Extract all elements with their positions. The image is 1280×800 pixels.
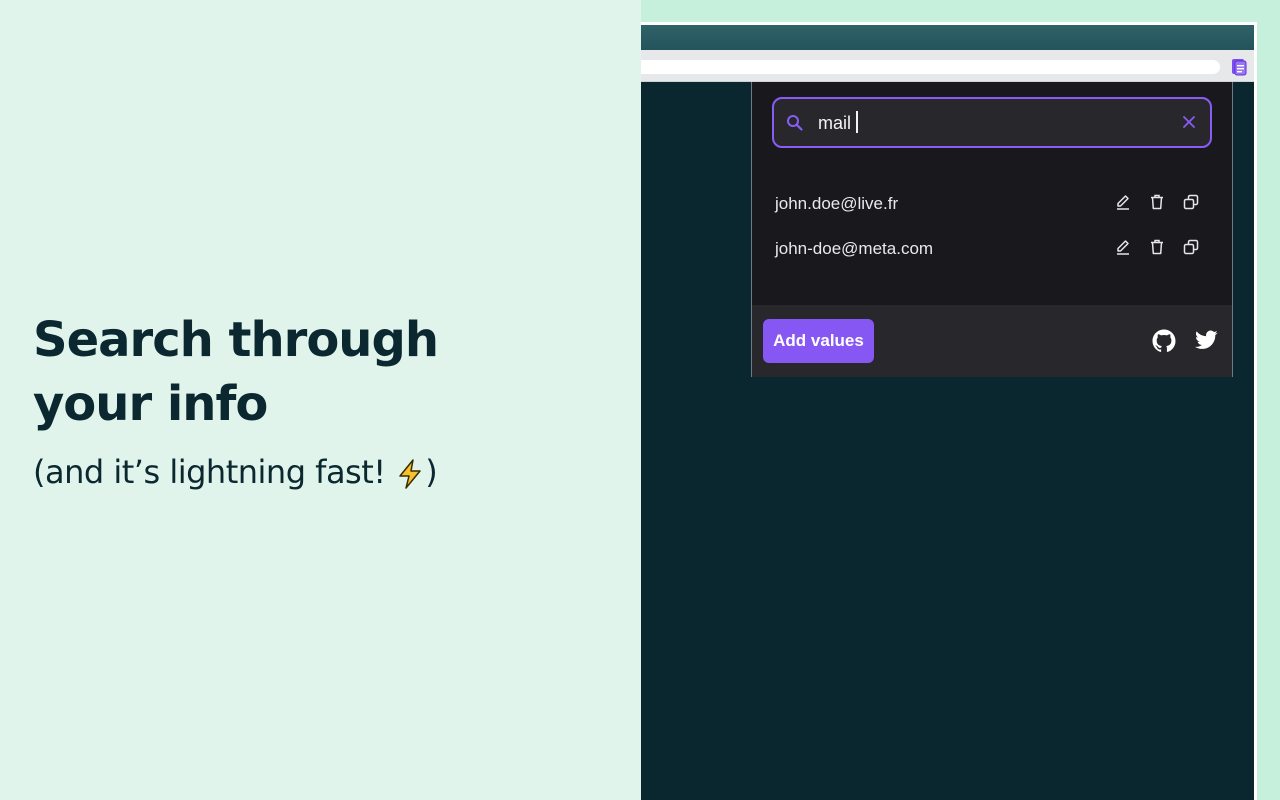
twitter-icon[interactable]: [1195, 330, 1218, 350]
promo-panel: Search through your info (and it’s light…: [0, 0, 641, 800]
github-icon[interactable]: [1152, 329, 1176, 353]
search-icon: [787, 115, 803, 131]
lightning-icon: [399, 459, 422, 489]
list-item[interactable]: john.doe@live.fr: [752, 182, 1232, 227]
close-icon[interactable]: [1180, 113, 1198, 131]
headline-line-1: Search through: [33, 312, 439, 368]
edit-icon[interactable]: [1114, 193, 1132, 211]
browser-titlebar: [641, 25, 1254, 50]
promo-subline: (and it’s lightning fast! ): [33, 452, 438, 492]
add-values-button[interactable]: Add values: [763, 319, 874, 363]
subline-close: ): [425, 453, 438, 491]
row-actions: [1114, 193, 1200, 211]
trash-icon[interactable]: [1148, 238, 1166, 256]
text-caret: [856, 111, 859, 133]
browser-toolbar: [641, 50, 1254, 82]
address-bar[interactable]: [641, 60, 1220, 74]
headline-line-2: your info: [33, 376, 268, 432]
edit-icon[interactable]: [1114, 238, 1132, 256]
copy-icon[interactable]: [1182, 238, 1200, 256]
result-value[interactable]: john-doe@meta.com: [775, 237, 933, 261]
trash-icon[interactable]: [1148, 193, 1166, 211]
promo-headline: Search through your info: [33, 308, 593, 436]
list-item[interactable]: john-doe@meta.com: [752, 227, 1232, 272]
extension-popup: mail john.doe@live.fr john-doe@meta.com: [751, 82, 1233, 377]
row-actions: [1114, 238, 1200, 256]
popup-footer: Add values: [752, 305, 1232, 377]
results-list: john.doe@live.fr john-doe@meta.com: [752, 182, 1232, 272]
document-icon[interactable]: [1231, 58, 1247, 76]
search-input[interactable]: mail: [818, 111, 1158, 135]
copy-icon[interactable]: [1182, 193, 1200, 211]
search-value: mail: [818, 113, 852, 133]
result-value[interactable]: john.doe@live.fr: [775, 192, 898, 216]
search-box[interactable]: mail: [772, 97, 1212, 148]
subline-text: (and it’s lightning fast!: [33, 453, 396, 491]
